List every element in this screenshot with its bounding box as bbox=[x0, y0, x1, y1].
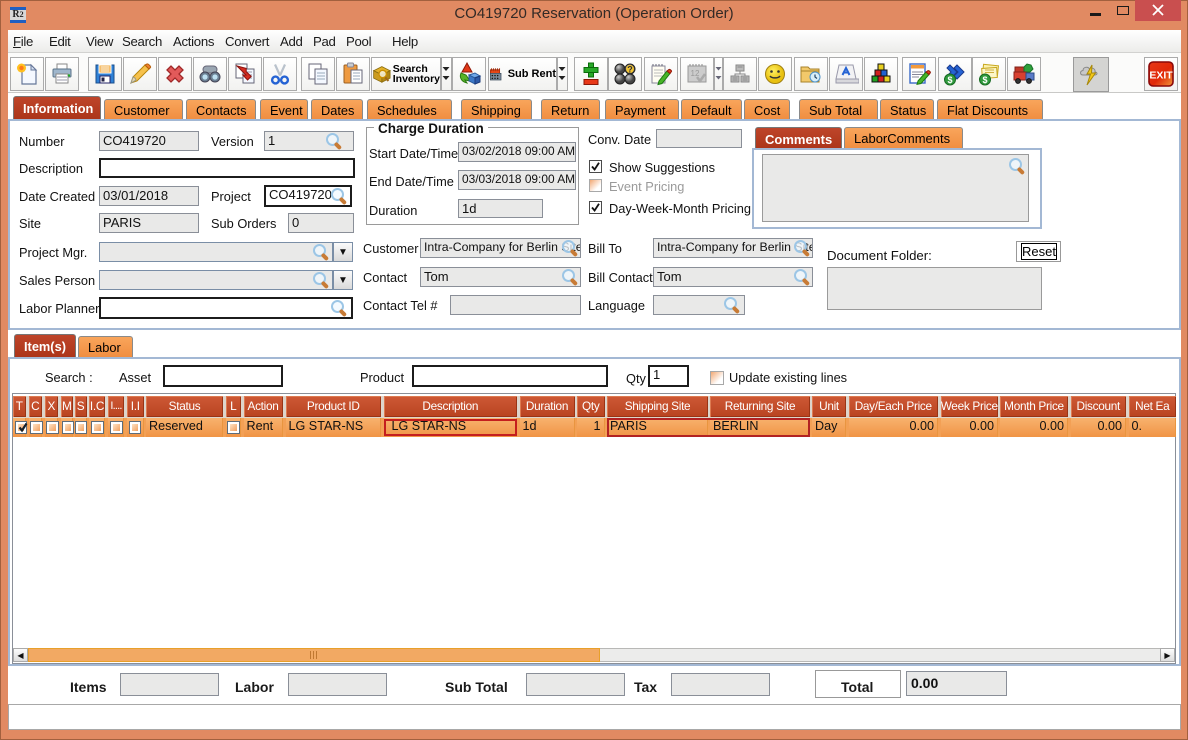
svg-text:EXIT: EXIT bbox=[1149, 70, 1173, 82]
svg-text:$: $ bbox=[947, 75, 952, 85]
svg-text:?: ? bbox=[627, 65, 633, 75]
svg-text:12: 12 bbox=[691, 69, 700, 78]
svg-text:$: $ bbox=[982, 75, 987, 85]
